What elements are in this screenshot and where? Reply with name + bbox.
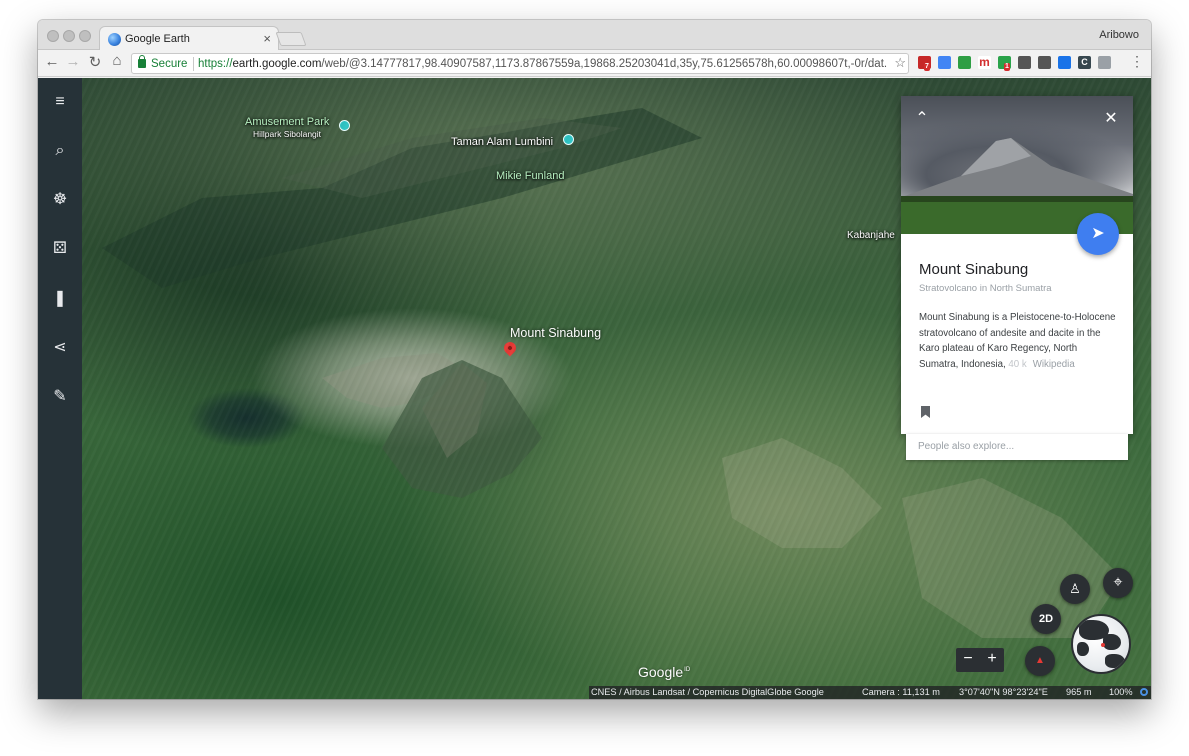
lock-icon xyxy=(138,55,146,68)
new-tab-button[interactable] xyxy=(275,32,307,46)
forward-icon[interactable]: → xyxy=(64,53,82,70)
voyager-icon[interactable]: ☸ xyxy=(49,189,71,211)
url-host: earth.google.com xyxy=(232,58,322,70)
zoom-controls: − + xyxy=(956,648,1004,672)
place-label-taman-alam-lumbini[interactable]: Taman Alam Lumbini xyxy=(451,136,553,148)
projects-bookmark-icon[interactable]: ❚ xyxy=(49,288,71,310)
pocket-ext-icon[interactable] xyxy=(1038,56,1051,69)
card-description: Mount Sinabung is a Pleistocene-to-Holoc… xyxy=(919,310,1119,372)
tab-close-icon[interactable]: × xyxy=(263,31,271,46)
place-label-mikie-funland[interactable]: Mikie Funland xyxy=(496,170,564,182)
poi-marker-icon[interactable] xyxy=(563,134,574,145)
minimize-window-button[interactable] xyxy=(63,30,75,42)
secure-label: Secure xyxy=(151,58,188,70)
my-location-icon[interactable]: ⌖ xyxy=(1103,568,1133,598)
url-text[interactable]: https://earth.google.com/web/@3.14777817… xyxy=(198,58,888,70)
people-also-explore[interactable]: People also explore... xyxy=(906,434,1128,460)
google-logo: GoogleID xyxy=(638,664,690,680)
fly-to-button[interactable]: ➤ xyxy=(1077,213,1119,255)
url-path: /web/@3.14777817,98.40907587,1173.878675… xyxy=(321,58,888,70)
pegman-icon[interactable]: ♙ xyxy=(1060,574,1090,604)
globe-minimap[interactable] xyxy=(1071,614,1131,674)
address-separator xyxy=(193,57,194,71)
elevation: 965 m xyxy=(1066,687,1092,697)
explore-text: People also explore... xyxy=(918,441,1015,452)
vuetify-ext-icon[interactable] xyxy=(1098,56,1111,69)
globe-land-australia xyxy=(1105,654,1125,668)
tab-google-earth[interactable]: Google Earth × xyxy=(99,26,279,51)
browser-window: Google Earth × Aribowo ← → ↻ ⌂ Secure ht… xyxy=(38,20,1151,699)
collapse-card-icon[interactable]: ⌃ xyxy=(913,108,931,128)
wappalyzer-ext-icon[interactable] xyxy=(1018,56,1031,69)
earth-viewport: ≡ ⌕ ☸ ⚄ ❚ ⋖ ✎ Amusement Park Hillpark Si… xyxy=(38,78,1151,699)
zoom-in-button[interactable]: + xyxy=(980,650,1004,668)
translate-ext-icon[interactable] xyxy=(938,56,951,69)
camera-altitude: Camera : 11,131 m xyxy=(862,687,940,697)
clipper-ext-icon[interactable]: C xyxy=(1078,56,1091,69)
close-window-button[interactable] xyxy=(47,30,59,42)
coordinates: 3°07'40"N 98°23'24"E xyxy=(959,687,1048,697)
profile-name[interactable]: Aribowo xyxy=(1099,29,1139,41)
google-logo-text: Google xyxy=(638,664,684,680)
measure-icon[interactable]: ✎ xyxy=(49,386,71,408)
url-scheme: https:// xyxy=(198,58,233,70)
menu-icon[interactable]: ≡ xyxy=(49,91,71,113)
extension-badge: 7 xyxy=(924,63,930,71)
eye-ext-icon[interactable] xyxy=(1058,56,1071,69)
attribution-bar: CNES / Airbus Landsat / Copernicus Digit… xyxy=(589,686,1151,699)
globe-land-seasia xyxy=(1103,634,1121,650)
tab-strip: Google Earth × Aribowo xyxy=(38,20,1151,51)
reload-icon[interactable]: ↻ xyxy=(86,53,104,71)
pin-label[interactable]: Mount Sinabung xyxy=(510,326,601,340)
toggle-2d-button[interactable]: 2D xyxy=(1031,604,1061,634)
share-icon[interactable]: ⋖ xyxy=(49,337,71,359)
tab-title: Google Earth xyxy=(125,33,190,45)
grammarly-ext-icon[interactable]: 1 xyxy=(998,56,1011,71)
card-subtitle: Stratovolcano in North Sumatra xyxy=(919,283,1052,294)
location-pin-icon[interactable] xyxy=(501,339,519,357)
place-label-kabanjahe[interactable]: Kabanjahe xyxy=(847,230,895,241)
globe-location-dot xyxy=(1101,643,1105,647)
wikipedia-link[interactable]: Wikipedia xyxy=(1033,359,1075,370)
place-label-hillpark[interactable]: Hillpark Sibolangit xyxy=(253,129,321,139)
browser-menu-icon[interactable]: ⋮ xyxy=(1128,53,1146,70)
zoom-window-button[interactable] xyxy=(79,30,91,42)
browser-toolbar: ← → ↻ ⌂ Secure https://earth.google.com/… xyxy=(38,50,1151,77)
earth-sidebar: ≡ ⌕ ☸ ⚄ ❚ ⋖ ✎ xyxy=(38,78,82,699)
compass-icon[interactable]: ▲ xyxy=(1025,646,1055,676)
earth-favicon-icon xyxy=(108,33,121,46)
m-ext-icon[interactable]: m xyxy=(978,56,991,69)
address-bar[interactable]: Secure https://earth.google.com/web/@3.1… xyxy=(131,53,909,74)
bookmark-star-icon[interactable]: ☆ xyxy=(894,55,906,71)
feeling-lucky-icon[interactable]: ⚄ xyxy=(49,238,71,260)
loading-ring-icon xyxy=(1140,688,1148,696)
back-icon[interactable]: ← xyxy=(43,53,61,70)
poi-marker-icon[interactable] xyxy=(339,120,350,131)
place-label-amusement-park[interactable]: Amusement Park xyxy=(245,116,329,128)
download-ext-icon[interactable] xyxy=(958,56,971,69)
search-icon[interactable]: ⌕ xyxy=(49,140,71,162)
google-logo-sup: ID xyxy=(684,667,691,674)
home-icon[interactable]: ⌂ xyxy=(108,52,126,69)
description-fade: 40 k xyxy=(1008,358,1027,370)
zoom-out-button[interactable]: − xyxy=(956,650,980,668)
card-title: Mount Sinabung xyxy=(919,261,1029,278)
extension-badge: 1 xyxy=(1004,63,1010,71)
imagery-credits[interactable]: CNES / Airbus Landsat / Copernicus Digit… xyxy=(591,687,824,697)
bookmark-icon[interactable] xyxy=(921,406,930,418)
zoom-percent: 100% xyxy=(1109,687,1133,697)
globe-land-india xyxy=(1077,642,1089,656)
close-card-icon[interactable]: ✕ xyxy=(1102,108,1120,128)
lastpass-ext-icon[interactable]: 7 xyxy=(918,56,931,71)
knowledge-card: ⌃ ✕ ➤ Mount Sinabung Stratovolcano in No… xyxy=(901,96,1133,434)
